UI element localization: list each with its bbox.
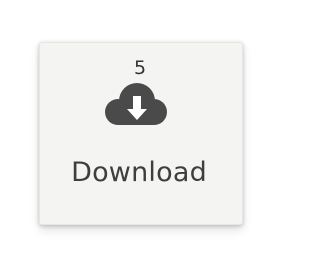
download-count-badge: 5 bbox=[134, 57, 147, 79]
cloud-download-icon bbox=[100, 80, 172, 130]
download-label: Download bbox=[71, 157, 207, 188]
